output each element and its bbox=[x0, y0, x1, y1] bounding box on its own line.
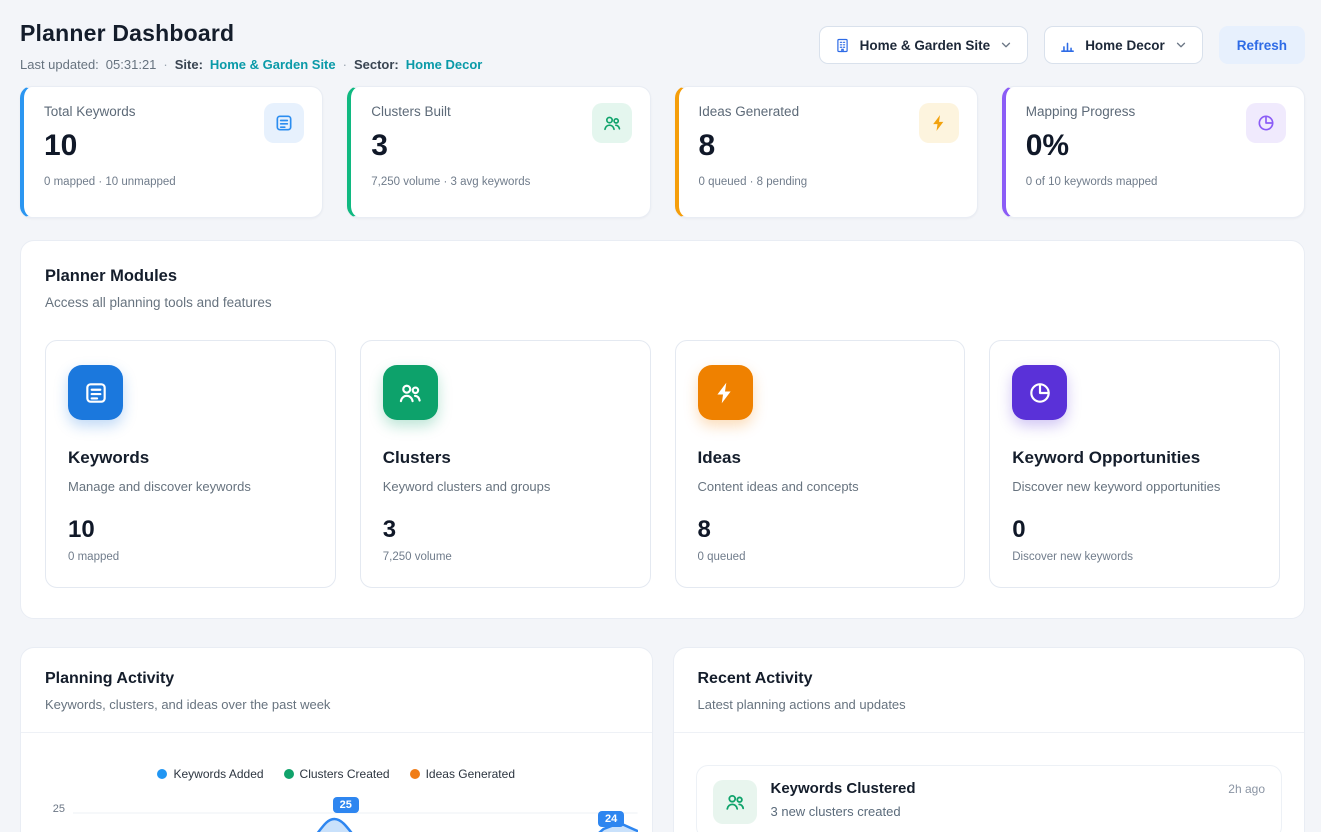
legend-label: Ideas Generated bbox=[426, 767, 515, 781]
legend-label: Clusters Created bbox=[300, 767, 390, 781]
activity-title: Keywords Clustered bbox=[771, 780, 916, 797]
card-subtitle: Keywords, clusters, and ideas over the p… bbox=[45, 697, 628, 712]
stat-card-total-keywords: Total Keywords 10 0 mapped · 10 unmapped bbox=[20, 86, 323, 218]
module-value: 0 bbox=[1012, 516, 1257, 544]
pie-chart-icon bbox=[1012, 365, 1067, 420]
panel-subtitle: Access all planning tools and features bbox=[45, 295, 1280, 310]
module-description: Keyword clusters and groups bbox=[383, 479, 628, 494]
recent-activity-card: Recent Activity Latest planning actions … bbox=[673, 647, 1306, 832]
stat-caption: 7,250 volume · 3 avg keywords bbox=[371, 176, 629, 188]
module-description: Manage and discover keywords bbox=[68, 479, 313, 494]
data-point-label: 24 bbox=[598, 811, 624, 827]
module-value: 3 bbox=[383, 516, 628, 544]
stats-row: Total Keywords 10 0 mapped · 10 unmapped… bbox=[20, 86, 1305, 218]
chart-legend: Keywords Added Clusters Created Ideas Ge… bbox=[21, 767, 652, 781]
site-link[interactable]: Home & Garden Site bbox=[210, 57, 336, 72]
data-point-label: 25 bbox=[333, 797, 359, 813]
meta-line: Last updated: 05:31:21 · Site: Home & Ga… bbox=[20, 57, 482, 72]
module-description: Content ideas and concepts bbox=[698, 479, 943, 494]
document-icon bbox=[68, 365, 123, 420]
module-card-ideas[interactable]: Ideas Content ideas and concepts 8 0 que… bbox=[675, 340, 966, 588]
chevron-down-icon bbox=[999, 38, 1013, 52]
stat-value: 8 bbox=[699, 129, 957, 163]
module-title: Clusters bbox=[383, 448, 628, 468]
planning-activity-card: Planning Activity Keywords, clusters, an… bbox=[20, 647, 653, 832]
lightning-icon bbox=[698, 365, 753, 420]
pie-chart-icon bbox=[1246, 103, 1286, 143]
module-title: Keywords bbox=[68, 448, 313, 468]
module-caption: 7,250 volume bbox=[383, 551, 628, 563]
line-chart: 25 24 bbox=[73, 795, 638, 832]
last-updated-value: 05:31:21 bbox=[106, 57, 157, 72]
module-value: 8 bbox=[698, 516, 943, 544]
chevron-down-icon bbox=[1174, 38, 1188, 52]
list-item: Keywords Clustered 3 new clusters create… bbox=[696, 765, 1283, 832]
sector-link[interactable]: Home Decor bbox=[406, 57, 483, 72]
separator: · bbox=[163, 57, 167, 72]
stat-card-ideas-generated: Ideas Generated 8 0 queued · 8 pending bbox=[675, 86, 978, 218]
lightning-icon bbox=[919, 103, 959, 143]
module-caption: 0 queued bbox=[698, 551, 943, 563]
planner-dashboard-page: Planner Dashboard Last updated: 05:31:21… bbox=[0, 0, 1321, 832]
module-title: Keyword Opportunities bbox=[1012, 448, 1257, 468]
module-caption: Discover new keywords bbox=[1012, 551, 1257, 563]
modules-grid: Keywords Manage and discover keywords 10… bbox=[45, 340, 1280, 588]
planning-activity-header: Planning Activity Keywords, clusters, an… bbox=[21, 648, 652, 733]
module-card-clusters[interactable]: Clusters Keyword clusters and groups 3 7… bbox=[360, 340, 651, 588]
separator: · bbox=[343, 57, 347, 72]
card-subtitle: Latest planning actions and updates bbox=[698, 697, 1281, 712]
panel-title: Planner Modules bbox=[45, 267, 1280, 286]
site-label: Site: bbox=[175, 57, 203, 72]
users-icon bbox=[713, 780, 757, 824]
stat-card-clusters-built: Clusters Built 3 7,250 volume · 3 avg ke… bbox=[347, 86, 650, 218]
module-card-keyword-opportunities[interactable]: Keyword Opportunities Discover new keywo… bbox=[989, 340, 1280, 588]
activity-description: 3 new clusters created bbox=[771, 804, 916, 819]
module-caption: 0 mapped bbox=[68, 551, 313, 563]
legend-item-ideas-generated: Ideas Generated bbox=[410, 767, 515, 781]
recent-activity-header: Recent Activity Latest planning actions … bbox=[674, 648, 1305, 733]
last-updated-label: Last updated: bbox=[20, 57, 99, 72]
stat-caption: 0 of 10 keywords mapped bbox=[1026, 176, 1284, 188]
sector-dropdown[interactable]: Home Decor bbox=[1044, 26, 1203, 64]
page-header: Planner Dashboard Last updated: 05:31:21… bbox=[20, 20, 1305, 72]
stat-value: 3 bbox=[371, 129, 629, 163]
legend-dot-orange bbox=[410, 769, 420, 779]
legend-dot-green bbox=[284, 769, 294, 779]
module-card-keywords[interactable]: Keywords Manage and discover keywords 10… bbox=[45, 340, 336, 588]
activity-list: Keywords Clustered 3 new clusters create… bbox=[674, 733, 1305, 832]
sector-label: Sector: bbox=[354, 57, 399, 72]
chart-row: 25 25 24 bbox=[21, 795, 652, 832]
legend-dot-blue bbox=[157, 769, 167, 779]
module-title: Ideas bbox=[698, 448, 943, 468]
bottom-row: Planning Activity Keywords, clusters, an… bbox=[20, 647, 1305, 832]
stat-caption: 0 queued · 8 pending bbox=[699, 176, 957, 188]
document-icon bbox=[264, 103, 304, 143]
planner-modules-panel: Planner Modules Access all planning tool… bbox=[20, 240, 1305, 619]
header-left: Planner Dashboard Last updated: 05:31:21… bbox=[20, 20, 482, 72]
page-title: Planner Dashboard bbox=[20, 20, 482, 47]
y-axis-tick: 25 bbox=[39, 795, 73, 815]
building-icon bbox=[834, 37, 851, 54]
site-dropdown-label: Home & Garden Site bbox=[860, 38, 991, 53]
site-dropdown[interactable]: Home & Garden Site bbox=[819, 26, 1029, 64]
module-value: 10 bbox=[68, 516, 313, 544]
users-icon bbox=[383, 365, 438, 420]
stat-card-mapping-progress: Mapping Progress 0% 0 of 10 keywords map… bbox=[1002, 86, 1305, 218]
activity-text: Keywords Clustered 3 new clusters create… bbox=[771, 780, 916, 819]
sector-dropdown-label: Home Decor bbox=[1085, 38, 1165, 53]
bar-chart-icon bbox=[1059, 37, 1076, 54]
users-icon bbox=[592, 103, 632, 143]
card-title: Recent Activity bbox=[698, 670, 1281, 688]
stat-label: Clusters Built bbox=[371, 104, 629, 119]
refresh-button[interactable]: Refresh bbox=[1219, 26, 1305, 64]
legend-item-keywords-added: Keywords Added bbox=[157, 767, 263, 781]
stat-caption: 0 mapped · 10 unmapped bbox=[44, 176, 302, 188]
legend-item-clusters-created: Clusters Created bbox=[284, 767, 390, 781]
card-title: Planning Activity bbox=[45, 670, 628, 688]
header-controls: Home & Garden Site Home Decor Refresh bbox=[819, 26, 1305, 64]
module-description: Discover new keyword opportunities bbox=[1012, 479, 1257, 494]
legend-label: Keywords Added bbox=[173, 767, 263, 781]
activity-timestamp: 2h ago bbox=[1228, 780, 1265, 796]
